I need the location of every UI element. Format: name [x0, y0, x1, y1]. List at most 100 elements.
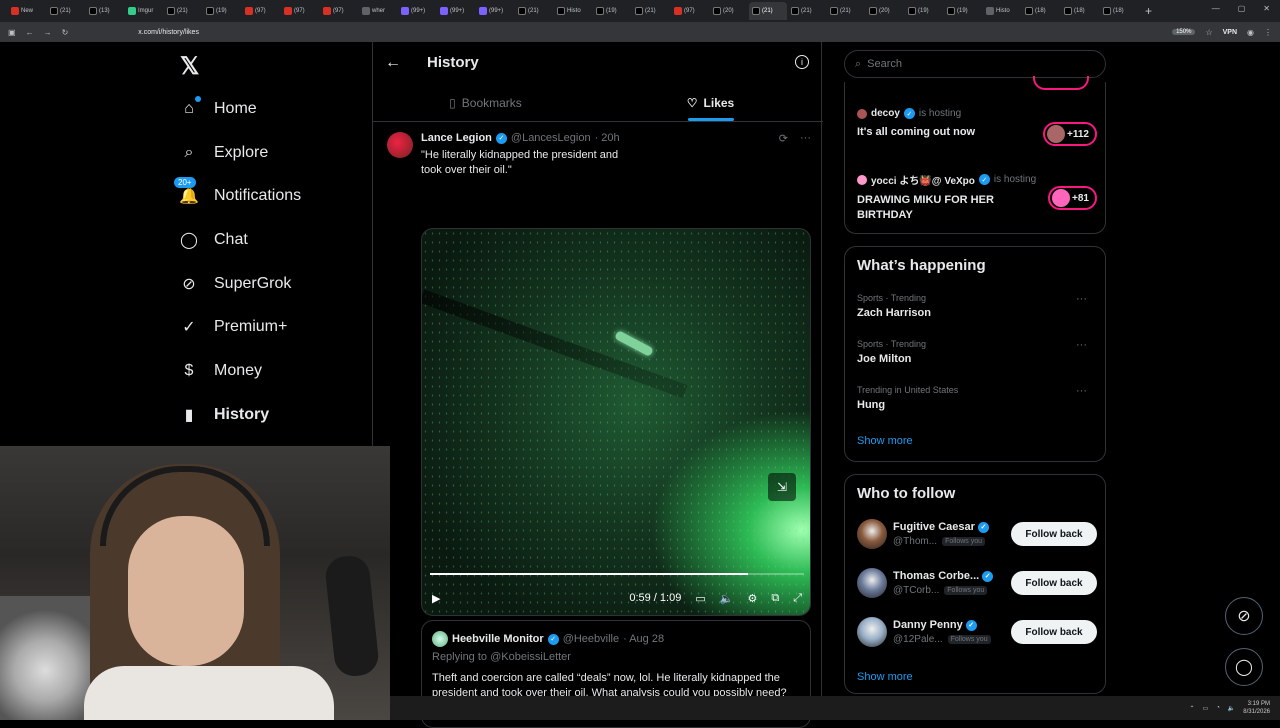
browser-tab[interactable]: (19)	[593, 2, 631, 20]
messages-fab-icon[interactable]: ◯	[1225, 648, 1263, 686]
space-item[interactable]: yocci よち👹@ VeXpo ✓ is hosting DRAWING MI…	[857, 172, 1097, 223]
picture-in-picture-icon[interactable]: ⇲	[768, 473, 796, 501]
menu-icon[interactable]: ⋮	[1264, 28, 1272, 37]
sidebar-toggle-icon[interactable]: ▣	[8, 28, 16, 37]
suggestion-name[interactable]: Danny Penny	[893, 619, 963, 631]
browser-tab[interactable]: (99+)	[476, 2, 514, 20]
close-icon[interactable]: ✕	[1263, 4, 1270, 13]
show-more-link[interactable]: Show more	[857, 671, 913, 683]
play-icon[interactable]: ▶	[432, 592, 440, 605]
grok-fab-icon[interactable]: ⊘	[1225, 597, 1263, 635]
nav-item-notifications[interactable]: 🔔 20+ Notifications	[174, 177, 301, 207]
trend-item[interactable]: Sports · Trending Zach Harrison ···	[857, 293, 1095, 319]
author-handle[interactable]: @LancesLegion	[511, 132, 591, 144]
fullscreen-icon[interactable]: ⤢	[793, 592, 802, 605]
minimize-icon[interactable]: —	[1212, 4, 1220, 13]
avatar[interactable]	[387, 132, 413, 158]
dock-icon[interactable]: ⧉	[771, 592, 779, 605]
back-arrow-icon[interactable]: ←	[385, 54, 401, 72]
tab-bookmarks[interactable]: ▯ Bookmarks	[373, 84, 598, 121]
video-player[interactable]: ⇲ ▶ 0:59 / 1:09 ▭ 🔈 ⚙ ⧉ ⤢	[421, 228, 811, 616]
suggestion-name[interactable]: Thomas Corbe...	[893, 570, 979, 582]
follow-back-button[interactable]: Follow back	[1011, 522, 1097, 546]
browser-tab[interactable]: (97)	[242, 2, 280, 20]
browser-tab[interactable]: Histo	[554, 2, 592, 20]
trend-item[interactable]: Sports · Trending Joe Milton ···	[857, 339, 1095, 365]
browser-tab[interactable]: (20)	[710, 2, 748, 20]
grok-icon[interactable]: ⟳	[779, 132, 788, 145]
nav-item-history[interactable]: ▮ History	[178, 404, 270, 426]
listener-count[interactable]: +81	[1048, 186, 1097, 210]
back-nav-icon[interactable]: ←	[26, 28, 34, 37]
browser-tab[interactable]: (18)	[1022, 2, 1060, 20]
quote-author-name[interactable]: Heebville Monitor	[452, 633, 544, 645]
more-icon[interactable]: ···	[1076, 339, 1087, 351]
browser-tab[interactable]: (19)	[944, 2, 982, 20]
browser-tab[interactable]: (13)	[86, 2, 124, 20]
browser-tab[interactable]: (18)	[1061, 2, 1099, 20]
quote-author-handle[interactable]: @Heebville	[563, 633, 619, 645]
browser-tab[interactable]: (97)	[320, 2, 358, 20]
avatar[interactable]	[857, 617, 887, 647]
browser-tab[interactable]: wher	[359, 2, 397, 20]
browser-tab[interactable]: (21)	[47, 2, 85, 20]
maximize-icon[interactable]: ▢	[1238, 4, 1246, 13]
browser-tab[interactable]: (97)	[671, 2, 709, 20]
nav-item-chat[interactable]: ◯ Chat	[178, 229, 248, 251]
new-tab-icon[interactable]: +	[1145, 4, 1152, 18]
system-clock[interactable]: 3:19 PM 8/31/2026	[1243, 700, 1270, 716]
tab-likes[interactable]: ♡ Likes	[598, 84, 823, 121]
settings-icon[interactable]: ⚙	[747, 592, 757, 605]
browser-tab[interactable]: (21)	[749, 2, 787, 20]
display-icon[interactable]: ▭	[1203, 705, 1209, 712]
replying-to[interactable]: Replying to @KobeissiLetter	[432, 651, 571, 663]
browser-tab[interactable]: (19)	[203, 2, 241, 20]
browser-tab[interactable]: (21)	[164, 2, 202, 20]
browser-tab[interactable]: (21)	[788, 2, 826, 20]
browser-tab[interactable]: Imgur	[125, 2, 163, 20]
browser-tab[interactable]: (18)	[1100, 2, 1138, 20]
avatar[interactable]	[857, 519, 887, 549]
zoom-level[interactable]: 150%	[1172, 29, 1196, 35]
nav-item-money[interactable]: $ Money	[178, 360, 262, 382]
follow-suggestion[interactable]: Fugitive Caesar ✓ @Thom... Follows you Follo…	[857, 519, 1097, 551]
nav-item-explore[interactable]: ⌕ Explore	[178, 142, 269, 164]
browser-tab[interactable]: New	[8, 2, 46, 20]
profile-icon[interactable]: ◉	[1247, 28, 1254, 37]
browser-tab[interactable]: (99+)	[398, 2, 436, 20]
show-more-link[interactable]: Show more	[857, 435, 913, 447]
nav-item-premium[interactable]: ✓ Premium+	[178, 316, 287, 338]
more-icon[interactable]: ···	[800, 132, 811, 145]
x-logo[interactable]: 𝕏	[180, 52, 199, 81]
tray-chevron-icon[interactable]: ⌃	[1189, 705, 1194, 712]
author-name[interactable]: Lance Legion	[421, 132, 492, 144]
suggestion-name[interactable]: Fugitive Caesar	[893, 521, 975, 533]
star-icon[interactable]: ☆	[1205, 28, 1212, 37]
space-item[interactable]: decoy ✓ is hosting It's all coming out n…	[857, 108, 1097, 146]
captions-icon[interactable]: ▭	[695, 592, 705, 605]
browser-tab[interactable]: (19)	[905, 2, 943, 20]
more-icon[interactable]: ···	[1076, 385, 1087, 397]
info-icon[interactable]: i	[795, 55, 809, 69]
video-progress-bar[interactable]	[430, 573, 804, 575]
follow-suggestion[interactable]: Danny Penny ✓ @12Pale... Follows you Follow …	[857, 617, 1097, 649]
follow-suggestion[interactable]: Thomas Corbe... ✓ @TCorb... Follows you Foll…	[857, 568, 1097, 600]
follow-back-button[interactable]: Follow back	[1011, 620, 1097, 644]
follow-back-button[interactable]: Follow back	[1011, 571, 1097, 595]
vpn-badge[interactable]: VPN	[1223, 29, 1237, 36]
nav-item-supergrok[interactable]: ⊘ SuperGrok	[178, 273, 291, 295]
nav-item-home[interactable]: ⌂ Home	[178, 96, 257, 120]
volume-icon[interactable]: 🔈	[720, 592, 734, 605]
browser-tab[interactable]: (21)	[515, 2, 553, 20]
browser-tab[interactable]: (99+)	[437, 2, 475, 20]
wifi-icon[interactable]: ◔	[1216, 705, 1220, 711]
browser-tab[interactable]: (97)	[281, 2, 319, 20]
listener-pill-partial[interactable]	[1033, 76, 1089, 90]
reload-icon[interactable]: ↻	[62, 28, 69, 37]
url-field[interactable]: x.com/i/history/likes	[138, 29, 199, 36]
trend-item[interactable]: Trending in United States Hung ···	[857, 385, 1095, 411]
listener-count[interactable]: +112	[1043, 122, 1097, 146]
avatar[interactable]	[432, 631, 448, 647]
browser-tab[interactable]: (21)	[827, 2, 865, 20]
post-time[interactable]: · 20h	[595, 132, 620, 144]
